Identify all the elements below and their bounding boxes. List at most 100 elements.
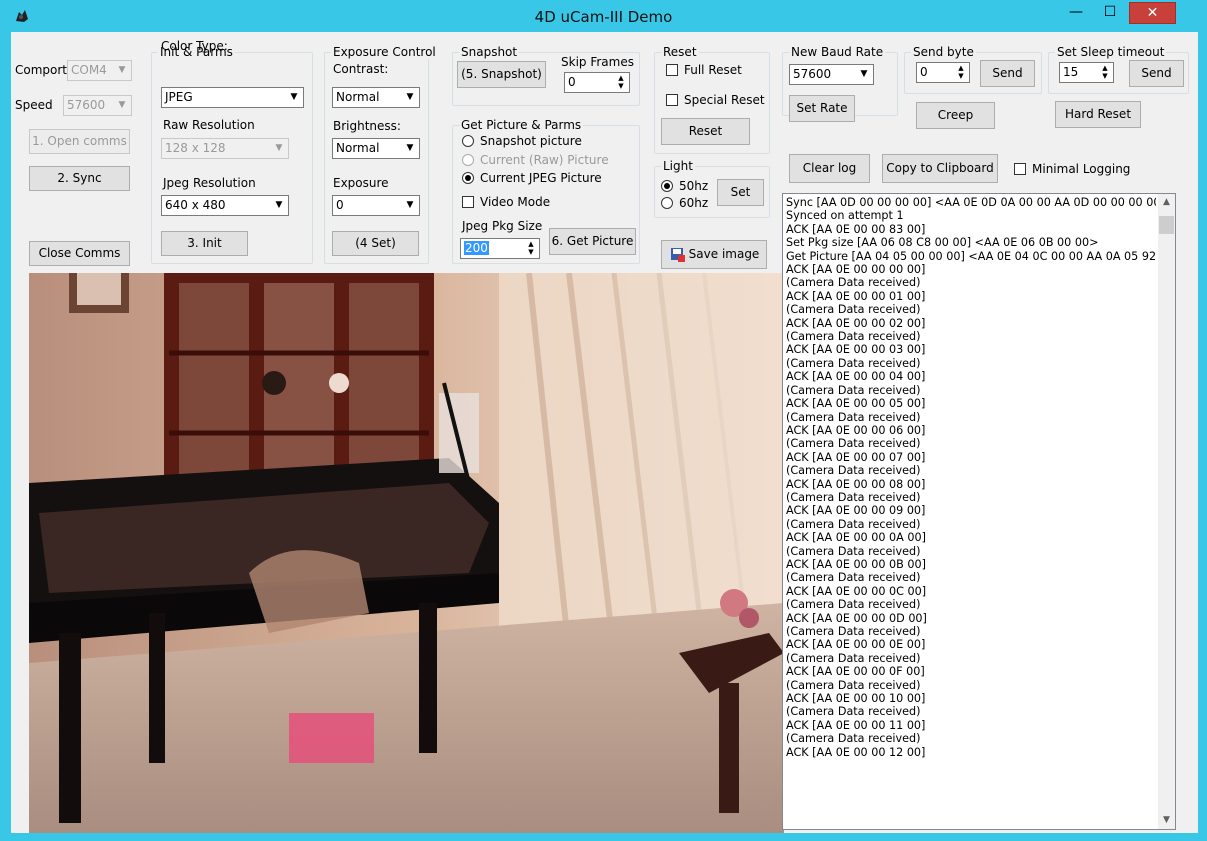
log-line: (Camera Data received) — [786, 437, 921, 451]
log-line: (Camera Data received) — [786, 598, 921, 612]
pkg-size-label: Jpeg Pkg Size — [462, 219, 543, 233]
log-line: (Camera Data received) — [786, 732, 921, 746]
exposure-select[interactable]: 0 ▼ — [332, 195, 420, 216]
close-window-button[interactable]: ✕ — [1129, 2, 1176, 24]
minimize-button[interactable]: — — [1061, 2, 1091, 24]
radio-selected-icon — [661, 180, 673, 192]
spin-arrows-icon[interactable]: ▲ ▼ — [614, 74, 628, 91]
raw-resolution-select[interactable]: 128 x 128 ▼ — [161, 138, 289, 159]
radio-selected-icon — [462, 172, 474, 184]
log-line: (Camera Data received) — [786, 383, 921, 397]
spin-arrows-icon[interactable]: ▲ ▼ — [524, 240, 538, 257]
comport-label: Comport — [15, 63, 68, 77]
special-reset-checkbox[interactable]: Special Reset — [666, 93, 765, 107]
light-set-button[interactable]: Set — [717, 179, 764, 206]
checkbox-label: Full Reset — [684, 63, 742, 77]
log-listbox[interactable]: Sync [AA 0D 00 00 00 00] <AA 0E 0D 0A 00… — [782, 193, 1176, 830]
log-line: Set Pkg size [AA 06 08 C8 00 00] <AA 0E … — [786, 236, 1099, 250]
chevron-down-icon: ▼ — [406, 92, 414, 102]
radio-60hz[interactable]: 60hz — [661, 196, 708, 210]
creep-button[interactable]: Creep — [916, 102, 995, 129]
chevron-down-icon: ▼ — [406, 143, 414, 153]
skip-frames-label: Skip Frames — [561, 55, 634, 69]
log-line: (Camera Data received) — [786, 625, 921, 638]
exposure-control-title: Exposure Control — [331, 45, 438, 59]
comport-select[interactable]: COM4 ▼ — [67, 60, 132, 81]
reset-button[interactable]: Reset — [661, 118, 750, 145]
send-byte-button[interactable]: Send — [980, 60, 1035, 87]
scroll-up-icon[interactable]: ▲ — [1158, 194, 1175, 211]
log-line: (Camera Data received) — [786, 651, 921, 665]
radio-current-raw-picture[interactable]: Current (Raw) Picture — [462, 153, 609, 167]
log-line: ACK [AA 0E 00 00 08 00] — [786, 477, 926, 491]
log-line: (Camera Data received) — [786, 544, 921, 558]
maximize-button[interactable]: ☐ — [1095, 2, 1125, 24]
title-bar[interactable]: 4D uCam-III Demo — ☐ ✕ — [1, 1, 1206, 31]
radio-current-jpeg-picture[interactable]: Current JPEG Picture — [462, 171, 602, 185]
chevron-down-icon: ▼ — [860, 69, 868, 79]
copy-to-clipboard-button[interactable]: Copy to Clipboard — [882, 154, 998, 183]
clear-log-button[interactable]: Clear log — [789, 154, 870, 183]
pkg-size-spinner[interactable]: 200 ▲ ▼ — [460, 238, 540, 259]
close-comms-button[interactable]: Close Comms — [29, 241, 130, 266]
checkbox-icon — [666, 64, 678, 76]
color-type-value: JPEG — [165, 90, 193, 104]
get-picture-button[interactable]: 6. Get Picture — [549, 228, 636, 255]
exposure-value: 0 — [336, 198, 344, 212]
snapshot-title: Snapshot — [459, 45, 520, 59]
chevron-down-icon: ▼ — [290, 92, 298, 102]
checkbox-label: Special Reset — [684, 93, 765, 107]
open-comms-button[interactable]: 1. Open comms — [29, 129, 130, 154]
snapshot-button[interactable]: (5. Snapshot) — [457, 61, 546, 88]
spin-arrows-icon[interactable]: ▲ ▼ — [1098, 64, 1112, 81]
baud-rate-value: 57600 — [793, 67, 832, 81]
radio-label: Current JPEG Picture — [480, 171, 602, 185]
video-mode-checkbox[interactable]: Video Mode — [462, 195, 550, 209]
log-line: ACK [AA 0E 00 00 10 00] — [786, 692, 926, 706]
log-line: (Camera Data received) — [786, 571, 921, 585]
radio-snapshot-picture[interactable]: Snapshot picture — [462, 134, 582, 148]
radio-icon — [661, 197, 673, 209]
log-line: Get Picture [AA 04 05 00 00 00] <AA 0E 0… — [786, 249, 1156, 263]
chevron-down-icon: ▼ — [118, 65, 126, 75]
checkbox-label: Video Mode — [480, 195, 551, 209]
speed-select[interactable]: 57600 ▼ — [63, 95, 132, 116]
minimal-logging-checkbox[interactable]: Minimal Logging — [1014, 162, 1130, 176]
contrast-select[interactable]: Normal ▼ — [332, 87, 420, 108]
scroll-thumb[interactable] — [1159, 216, 1174, 234]
brightness-select[interactable]: Normal ▼ — [332, 138, 420, 159]
radio-label: 50hz — [679, 179, 709, 193]
color-type-select[interactable]: JPEG ▼ — [161, 87, 304, 108]
brightness-value: Normal — [336, 141, 380, 155]
save-image-button[interactable]: Save image — [661, 240, 767, 269]
log-scrollbar[interactable]: ▲ ▼ — [1158, 194, 1175, 829]
baud-rate-select[interactable]: 57600 ▼ — [789, 64, 874, 85]
log-line: ACK [AA 0E 00 00 83 00] — [786, 222, 926, 236]
skip-frames-spinner[interactable]: 0 ▲ ▼ — [564, 72, 630, 93]
log-line: ACK [AA 0E 00 00 0B 00] — [786, 557, 926, 571]
save-image-label: Save image — [688, 247, 760, 261]
log-line: ACK [AA 0E 00 00 00 00] — [786, 263, 926, 277]
radio-50hz[interactable]: 50hz — [661, 179, 708, 193]
speed-label: Speed — [15, 98, 53, 112]
exposure-set-button[interactable]: (4 Set) — [332, 231, 419, 256]
spin-arrows-icon[interactable]: ▲ ▼ — [954, 64, 968, 81]
sleep-send-button[interactable]: Send — [1129, 60, 1184, 87]
jpeg-resolution-select[interactable]: 640 x 480 ▼ — [161, 195, 289, 216]
hard-reset-button[interactable]: Hard Reset — [1055, 101, 1141, 128]
log-line: (Camera Data received) — [786, 303, 921, 317]
sync-button[interactable]: 2. Sync — [29, 166, 130, 191]
speed-value: 57600 — [67, 98, 106, 112]
set-rate-button[interactable]: Set Rate — [789, 95, 855, 122]
camera-photo-piano-room — [29, 273, 784, 833]
light-title: Light — [661, 159, 695, 173]
scroll-down-icon[interactable]: ▼ — [1158, 812, 1175, 829]
send-byte-spinner[interactable]: 0 ▲ ▼ — [916, 62, 970, 83]
full-reset-checkbox[interactable]: Full Reset — [666, 63, 742, 77]
sleep-timeout-spinner[interactable]: 15 ▲ ▼ — [1059, 62, 1114, 83]
radio-icon — [462, 154, 474, 166]
log-line: (Camera Data received) — [786, 678, 921, 692]
init-button[interactable]: 3. Init — [161, 231, 248, 256]
log-line: ACK [AA 0E 00 00 01 00] — [786, 289, 926, 303]
log-line: ACK [AA 0E 00 00 0F 00] — [786, 665, 925, 679]
